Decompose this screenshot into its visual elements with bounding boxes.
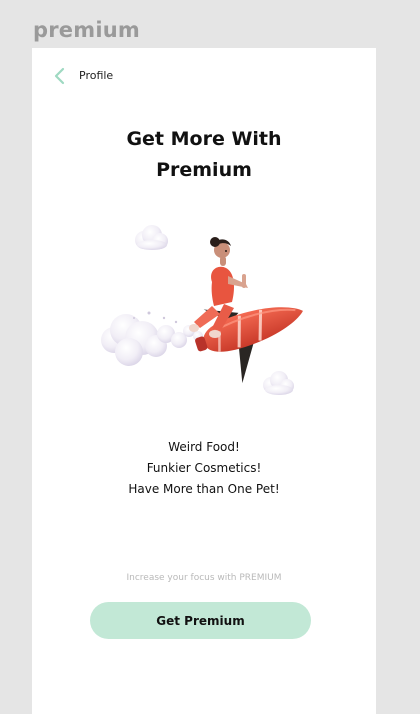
chevron-left-icon [54,67,65,85]
rocket [195,307,303,384]
perk-item: Funkier Cosmetics! [146,461,262,475]
get-premium-button[interactable]: Get Premium [90,602,311,639]
frame-title: premium [33,18,140,42]
page-title: Get More With Premium [32,124,376,186]
perk-item: Weird Food! [168,440,240,454]
perk-item: Have More than One Pet! [128,482,280,496]
page-title-line-2: Premium [156,159,252,181]
focus-caption: Increase your focus with PREMIUM [126,573,282,583]
back-button[interactable] [52,66,70,86]
cloud-small-bottom [263,371,294,395]
premium-screen: Profile Get More With Premium Weird Food… [32,48,376,714]
back-label[interactable]: Profile [79,69,113,82]
exhaust-cloud [101,311,203,366]
rocket-rider-illustration [101,225,303,395]
perks-list: Weird Food! Funkier Cosmetics! Have More… [32,437,376,500]
cloud-small-top [135,225,168,250]
top-bar: Profile [32,48,376,104]
page-title-line-1: Get More With [126,128,282,150]
